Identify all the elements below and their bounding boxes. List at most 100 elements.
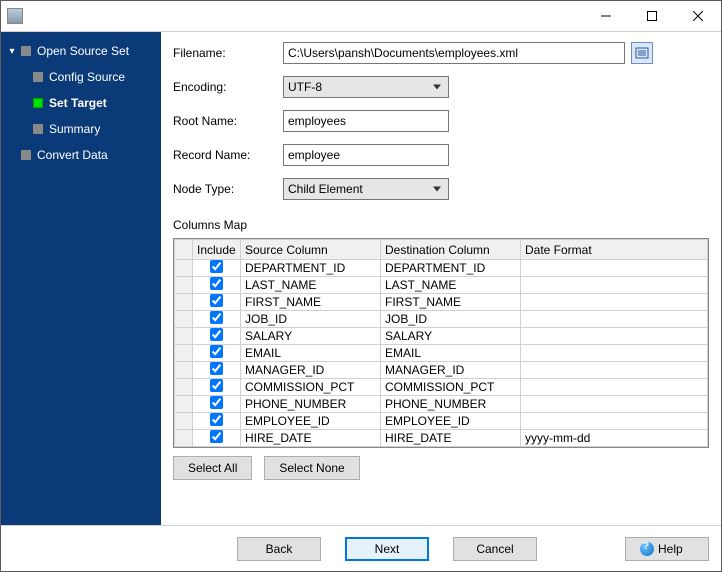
encoding-combo[interactable]: UTF-8 xyxy=(283,76,449,98)
col-header-destination[interactable]: Destination Column xyxy=(381,240,521,260)
row-selector[interactable] xyxy=(175,311,193,328)
include-checkbox[interactable] xyxy=(210,362,223,375)
dateformat-cell[interactable] xyxy=(521,294,708,311)
sidebar-item-summary[interactable]: Summary xyxy=(1,116,161,142)
row-selector[interactable] xyxy=(175,396,193,413)
col-header-source[interactable]: Source Column xyxy=(241,240,381,260)
dateformat-cell[interactable] xyxy=(521,362,708,379)
dateformat-cell[interactable] xyxy=(521,260,708,277)
source-cell[interactable]: JOB_ID xyxy=(241,311,381,328)
include-checkbox[interactable] xyxy=(210,294,223,307)
table-row[interactable]: SALARYSALARY xyxy=(175,328,708,345)
root-name-input[interactable] xyxy=(283,110,449,132)
include-cell[interactable] xyxy=(193,396,241,413)
node-type-combo[interactable]: Child Element xyxy=(283,178,449,200)
source-cell[interactable]: MANAGER_ID xyxy=(241,362,381,379)
row-selector[interactable] xyxy=(175,362,193,379)
table-row[interactable]: EMAILEMAIL xyxy=(175,345,708,362)
next-button[interactable]: Next xyxy=(345,537,429,561)
row-selector[interactable] xyxy=(175,328,193,345)
dateformat-cell[interactable] xyxy=(521,328,708,345)
destination-cell[interactable]: DEPARTMENT_ID xyxy=(381,260,521,277)
dateformat-cell[interactable] xyxy=(521,413,708,430)
table-row[interactable]: JOB_IDJOB_ID xyxy=(175,311,708,328)
include-checkbox[interactable] xyxy=(210,413,223,426)
dateformat-cell[interactable] xyxy=(521,379,708,396)
destination-cell[interactable]: COMMISSION_PCT xyxy=(381,379,521,396)
dateformat-cell[interactable] xyxy=(521,277,708,294)
include-checkbox[interactable] xyxy=(210,328,223,341)
include-checkbox[interactable] xyxy=(210,379,223,392)
include-checkbox[interactable] xyxy=(210,430,223,443)
row-selector[interactable] xyxy=(175,430,193,447)
include-cell[interactable] xyxy=(193,379,241,396)
source-cell[interactable]: LAST_NAME xyxy=(241,277,381,294)
back-button[interactable]: Back xyxy=(237,537,321,561)
include-cell[interactable] xyxy=(193,430,241,447)
minimize-button[interactable] xyxy=(583,1,629,31)
source-cell[interactable]: HIRE_DATE xyxy=(241,430,381,447)
table-row[interactable]: LAST_NAMELAST_NAME xyxy=(175,277,708,294)
sidebar-item-open-source-set[interactable]: ▾ Open Source Set xyxy=(1,38,161,64)
table-row[interactable]: EMPLOYEE_IDEMPLOYEE_ID xyxy=(175,413,708,430)
table-row[interactable]: DEPARTMENT_IDDEPARTMENT_ID xyxy=(175,260,708,277)
sidebar-item-config-source[interactable]: Config Source xyxy=(1,64,161,90)
select-all-button[interactable]: Select All xyxy=(173,456,252,480)
source-cell[interactable]: FIRST_NAME xyxy=(241,294,381,311)
include-checkbox[interactable] xyxy=(210,260,223,273)
table-row[interactable]: PHONE_NUMBERPHONE_NUMBER xyxy=(175,396,708,413)
destination-cell[interactable]: PHONE_NUMBER xyxy=(381,396,521,413)
destination-cell[interactable]: EMPLOYEE_ID xyxy=(381,413,521,430)
dateformat-cell[interactable] xyxy=(521,396,708,413)
source-cell[interactable]: SALARY xyxy=(241,328,381,345)
row-selector[interactable] xyxy=(175,294,193,311)
destination-cell[interactable]: FIRST_NAME xyxy=(381,294,521,311)
cancel-button[interactable]: Cancel xyxy=(453,537,537,561)
destination-cell[interactable]: LAST_NAME xyxy=(381,277,521,294)
destination-cell[interactable]: SALARY xyxy=(381,328,521,345)
record-name-input[interactable] xyxy=(283,144,449,166)
include-cell[interactable] xyxy=(193,277,241,294)
dateformat-cell[interactable] xyxy=(521,311,708,328)
include-cell[interactable] xyxy=(193,345,241,362)
destination-cell[interactable]: EMAIL xyxy=(381,345,521,362)
close-button[interactable] xyxy=(675,1,721,31)
table-row[interactable]: HIRE_DATEHIRE_DATEyyyy-mm-dd xyxy=(175,430,708,447)
source-cell[interactable]: DEPARTMENT_ID xyxy=(241,260,381,277)
include-cell[interactable] xyxy=(193,260,241,277)
destination-cell[interactable]: MANAGER_ID xyxy=(381,362,521,379)
select-none-button[interactable]: Select None xyxy=(264,456,359,480)
browse-button[interactable] xyxy=(631,42,653,64)
include-cell[interactable] xyxy=(193,362,241,379)
source-cell[interactable]: EMAIL xyxy=(241,345,381,362)
include-cell[interactable] xyxy=(193,413,241,430)
dateformat-cell[interactable]: yyyy-mm-dd xyxy=(521,430,708,447)
include-cell[interactable] xyxy=(193,294,241,311)
table-row[interactable]: COMMISSION_PCTCOMMISSION_PCT xyxy=(175,379,708,396)
destination-cell[interactable]: HIRE_DATE xyxy=(381,430,521,447)
col-header-dateformat[interactable]: Date Format xyxy=(521,240,708,260)
source-cell[interactable]: EMPLOYEE_ID xyxy=(241,413,381,430)
row-selector[interactable] xyxy=(175,277,193,294)
dateformat-cell[interactable] xyxy=(521,345,708,362)
sidebar-item-convert-data[interactable]: Convert Data xyxy=(1,142,161,168)
row-selector[interactable] xyxy=(175,260,193,277)
maximize-button[interactable] xyxy=(629,1,675,31)
source-cell[interactable]: COMMISSION_PCT xyxy=(241,379,381,396)
destination-cell[interactable]: JOB_ID xyxy=(381,311,521,328)
row-selector[interactable] xyxy=(175,345,193,362)
table-row[interactable]: MANAGER_IDMANAGER_ID xyxy=(175,362,708,379)
include-cell[interactable] xyxy=(193,328,241,345)
help-button[interactable]: Help xyxy=(625,537,709,561)
sidebar-item-set-target[interactable]: Set Target xyxy=(1,90,161,116)
row-selector[interactable] xyxy=(175,413,193,430)
col-header-include[interactable]: Include xyxy=(193,240,241,260)
include-checkbox[interactable] xyxy=(210,311,223,324)
filename-input[interactable] xyxy=(283,42,625,64)
include-checkbox[interactable] xyxy=(210,396,223,409)
source-cell[interactable]: PHONE_NUMBER xyxy=(241,396,381,413)
include-checkbox[interactable] xyxy=(210,345,223,358)
table-row[interactable]: FIRST_NAMEFIRST_NAME xyxy=(175,294,708,311)
include-checkbox[interactable] xyxy=(210,277,223,290)
include-cell[interactable] xyxy=(193,311,241,328)
